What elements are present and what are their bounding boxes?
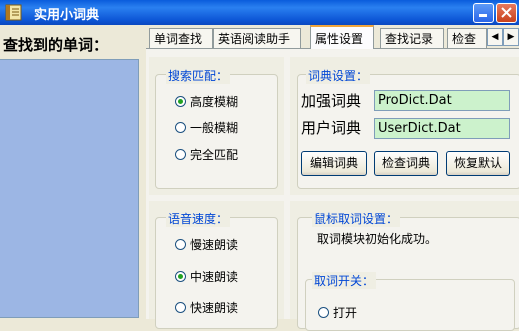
chevron-left-icon: ◀	[491, 32, 499, 42]
search-match-panel: 搜索匹配： 高度模糊 一般模糊 完全匹配	[149, 57, 284, 195]
radio-icon	[175, 302, 186, 313]
tab-bar: 单词查找 英语阅读助手 属性设置 查找记录 检查 ◀ ▶	[146, 25, 519, 49]
radio-label: 高度模糊	[190, 95, 239, 109]
minimize-button[interactable]	[473, 3, 494, 23]
tab-word-lookup[interactable]: 单词查找	[149, 28, 213, 48]
dict-settings-title: 词典设置：	[306, 67, 371, 84]
speech-speed-panel: 语音速度： 慢速朗读 中速朗读 快速朗读	[149, 201, 284, 329]
tab-properties[interactable]: 属性设置	[310, 25, 374, 49]
tab-scroll-left-button[interactable]: ◀	[487, 28, 503, 46]
edit-dict-button[interactable]: 编辑词典	[301, 151, 367, 176]
restore-default-button[interactable]: 恢复默认	[446, 151, 510, 176]
radio-fast-read[interactable]: 快速朗读	[175, 299, 238, 316]
word-list[interactable]	[0, 59, 139, 318]
close-icon	[501, 7, 512, 18]
properties-panel: 搜索匹配： 高度模糊 一般模糊 完全匹配 词典设置： 加强词典 ProDict.…	[146, 48, 519, 331]
radio-selected-icon	[175, 96, 186, 107]
radio-high-fuzzy[interactable]: 高度模糊	[175, 93, 238, 110]
found-words-label: 查找到的单词：	[3, 36, 109, 54]
radio-exact-match[interactable]: 完全匹配	[175, 146, 238, 163]
radio-icon	[175, 122, 186, 133]
dictionary-book-icon	[3, 3, 25, 23]
window-title: 实用小词典	[34, 8, 100, 23]
radio-label: 快速朗读	[190, 301, 239, 315]
radio-capture-open[interactable]: 打开	[318, 304, 357, 321]
capture-status-text: 取词模块初始化成功。	[317, 232, 438, 246]
radio-label: 中速朗读	[190, 270, 239, 284]
left-pane: 查找到的单词：	[0, 25, 146, 318]
radio-slow-read[interactable]: 慢速朗读	[175, 236, 238, 253]
radio-icon	[175, 239, 186, 250]
minimize-icon	[479, 14, 487, 17]
mouse-settings-title: 鼠标取词设置：	[312, 210, 401, 227]
close-button[interactable]	[496, 3, 517, 23]
radio-medium-read[interactable]: 中速朗读	[175, 268, 238, 285]
chevron-right-icon: ▶	[507, 32, 515, 42]
radio-icon	[175, 149, 186, 160]
user-dict-field[interactable]: UserDict.Dat	[374, 118, 510, 139]
radio-icon	[318, 307, 329, 318]
enhanced-dict-label: 加强词典	[301, 92, 362, 110]
radio-label: 一般模糊	[190, 121, 239, 135]
search-match-title: 搜索匹配：	[166, 67, 231, 84]
radio-label: 打开	[333, 306, 358, 320]
radio-label: 慢速朗读	[190, 238, 239, 252]
enhanced-dict-field[interactable]: ProDict.Dat	[374, 90, 510, 111]
radio-label: 完全匹配	[190, 148, 239, 162]
check-dict-button[interactable]: 检查词典	[374, 151, 438, 176]
tab-reading-assistant[interactable]: 英语阅读助手	[213, 28, 301, 48]
title-bar: 实用小词典	[0, 0, 519, 25]
radio-selected-icon	[175, 271, 186, 282]
mouse-settings-panel: 鼠标取词设置： 取词模块初始化成功。 取词开关： 打开	[290, 201, 519, 331]
speech-speed-title: 语音速度：	[166, 210, 231, 227]
user-dict-label: 用户词典	[301, 119, 362, 137]
capture-switch-title: 取词开关：	[312, 272, 377, 289]
radio-normal-fuzzy[interactable]: 一般模糊	[175, 119, 238, 136]
tab-scroll-right-button[interactable]: ▶	[503, 28, 519, 46]
dict-settings-panel: 词典设置： 加强词典 ProDict.Dat 用户词典 UserDict.Dat…	[290, 57, 519, 195]
tab-check[interactable]: 检查	[447, 28, 487, 48]
tab-search-history[interactable]: 查找记录	[380, 28, 444, 48]
